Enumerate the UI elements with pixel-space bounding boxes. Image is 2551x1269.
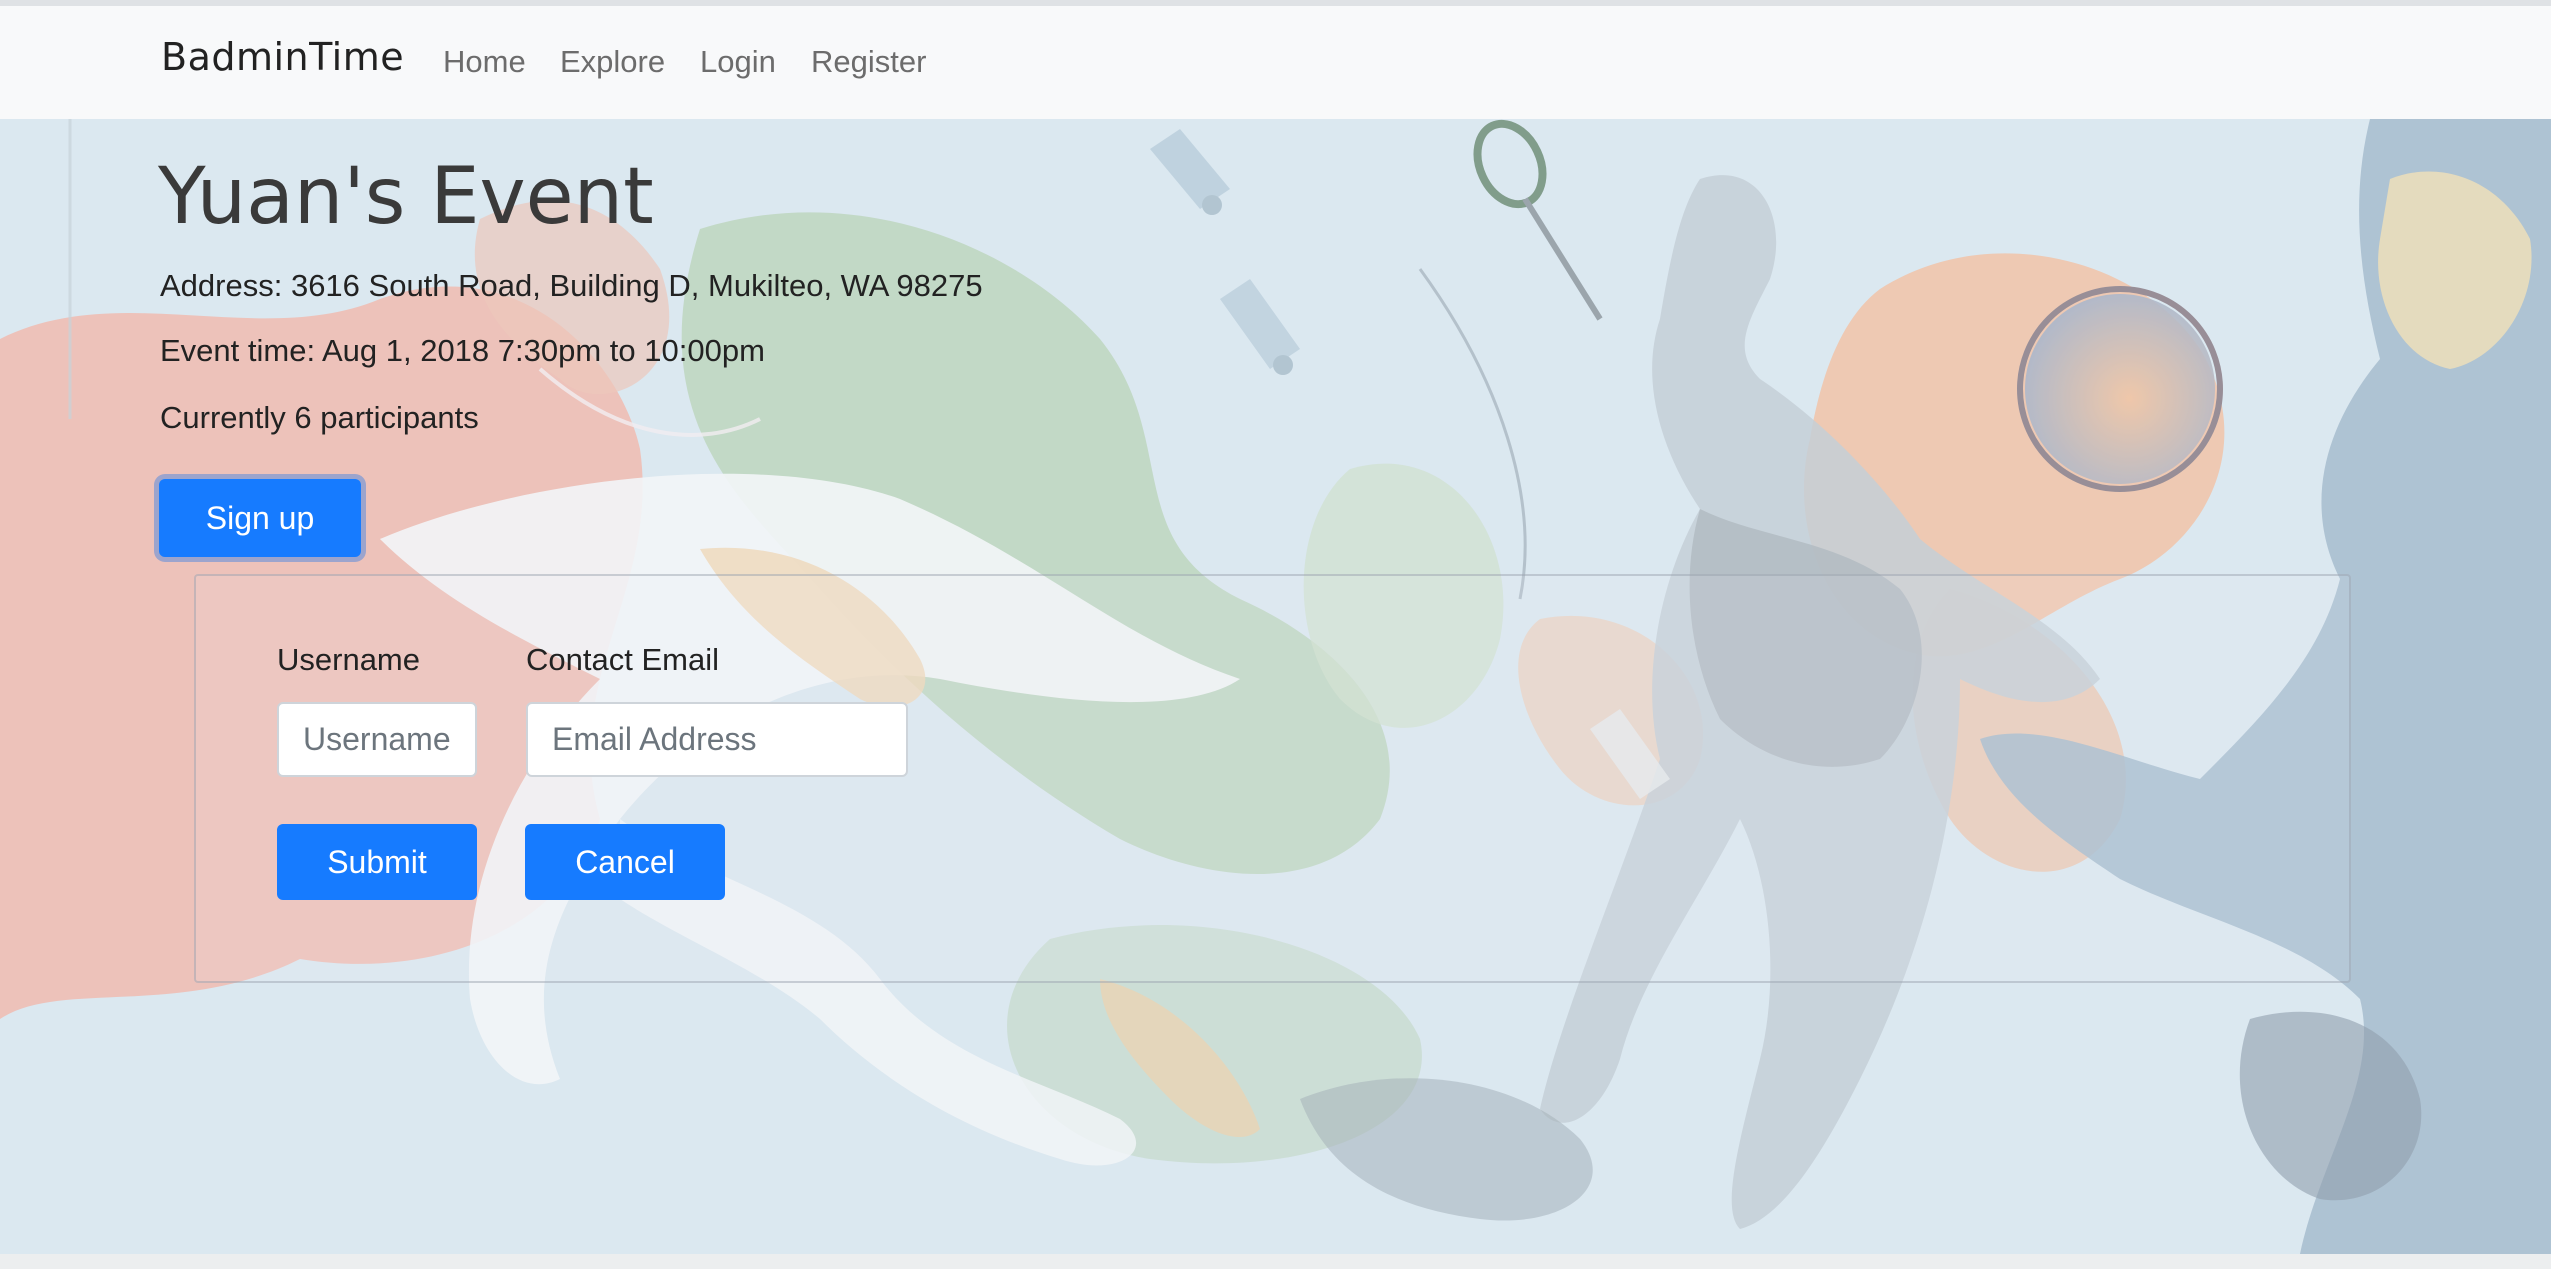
- nav-link-home[interactable]: Home: [443, 44, 526, 80]
- nav-link-explore[interactable]: Explore: [560, 44, 665, 80]
- submit-button[interactable]: Submit: [277, 824, 477, 900]
- cancel-button[interactable]: Cancel: [525, 824, 725, 900]
- bottom-edge: [0, 1254, 2551, 1269]
- navbar: BadminTime Home Explore Login Register: [0, 6, 2551, 120]
- event-title: Yuan's Event: [158, 152, 654, 242]
- nav-link-register[interactable]: Register: [811, 44, 926, 80]
- username-label: Username: [277, 642, 420, 677]
- email-input[interactable]: [526, 702, 908, 777]
- brand-logo[interactable]: BadminTime: [161, 35, 404, 79]
- nav-link-login[interactable]: Login: [700, 44, 776, 80]
- event-time: Event time: Aug 1, 2018 7:30pm to 10:00p…: [160, 333, 765, 368]
- sign-up-button[interactable]: Sign up: [159, 479, 361, 557]
- event-address: Address: 3616 South Road, Building D, Mu…: [160, 268, 983, 303]
- email-label: Contact Email: [526, 642, 719, 677]
- username-input[interactable]: [277, 702, 477, 777]
- signup-form: [194, 574, 2351, 983]
- participant-count: Currently 6 participants: [160, 400, 479, 435]
